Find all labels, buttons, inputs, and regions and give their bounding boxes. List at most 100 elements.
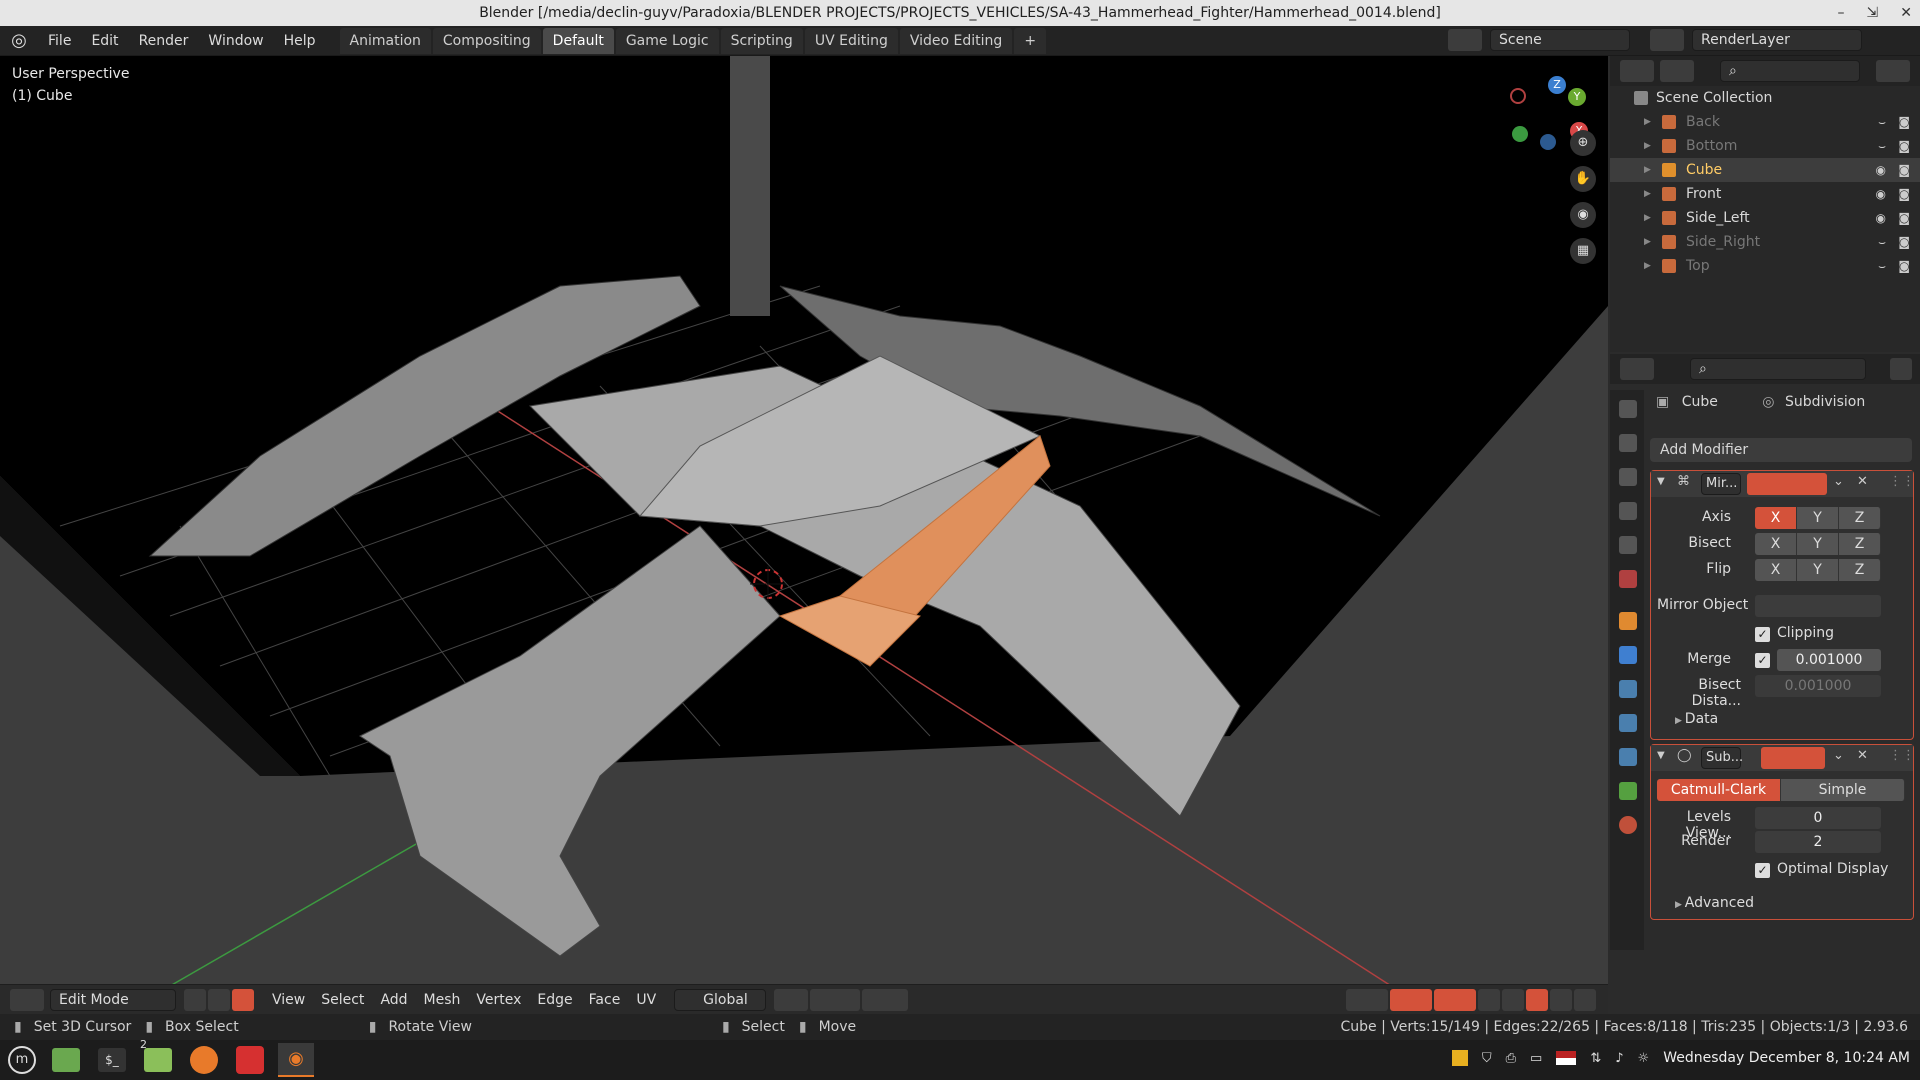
add-workspace-button[interactable]: +: [1014, 27, 1047, 54]
render-camera-icon[interactable]: ◙: [1898, 254, 1910, 278]
subdivision-name-field[interactable]: Sub...: [1701, 747, 1743, 769]
axis-z-toggle[interactable]: Z: [1839, 507, 1881, 529]
network-icon[interactable]: ⇅: [1590, 1051, 1601, 1066]
menu-add[interactable]: Add: [372, 989, 415, 1011]
gizmo-z-axis[interactable]: Z: [1548, 76, 1566, 94]
clock[interactable]: Wednesday December 8, 10:24 AM: [1663, 1050, 1910, 1066]
outliner-item-back[interactable]: ▶ Back ⌣ ◙: [1610, 110, 1920, 134]
hide-icon[interactable]: ⌣: [1878, 134, 1886, 158]
expand-icon[interactable]: ▶: [1644, 110, 1651, 134]
camera-view-icon[interactable]: ◉: [1570, 202, 1596, 228]
editor-type-icon[interactable]: [10, 988, 44, 1011]
gizmo-neg-y[interactable]: [1512, 126, 1528, 142]
eye-icon[interactable]: ◉: [1876, 206, 1886, 230]
tab-game-logic[interactable]: Game Logic: [615, 27, 719, 54]
modifier-tab-icon[interactable]: [1619, 646, 1637, 664]
outliner-editor-icon[interactable]: [1620, 60, 1654, 82]
overlay-toggle-icon[interactable]: [1434, 989, 1476, 1011]
gizmo-y-axis[interactable]: Y: [1568, 88, 1586, 106]
menu-uv[interactable]: UV: [628, 989, 664, 1011]
render-camera-icon[interactable]: ◙: [1898, 158, 1910, 182]
outliner-item-side-right[interactable]: ▶ Side_Right ⌣ ◙: [1610, 230, 1920, 254]
solid-shading-icon[interactable]: [1526, 989, 1548, 1011]
catmull-clark-toggle[interactable]: Catmull-Clark: [1657, 779, 1781, 801]
flip-y-toggle[interactable]: Y: [1797, 559, 1839, 581]
add-modifier-dropdown[interactable]: Add Modifier: [1650, 438, 1912, 462]
outliner-item-side-left[interactable]: ▶ Side_Left ◉ ◙: [1610, 206, 1920, 230]
render-camera-icon[interactable]: ◙: [1898, 110, 1910, 134]
viewport-scene[interactable]: [0, 56, 1608, 994]
subdivision-display-toggles[interactable]: [1761, 747, 1825, 769]
outliner-item-bottom[interactable]: ▶ Bottom ⌣ ◙: [1610, 134, 1920, 158]
scene-selector[interactable]: Scene: [1490, 29, 1630, 51]
bisect-distance-field[interactable]: 0.001000: [1755, 675, 1881, 697]
expand-icon[interactable]: ▶: [1644, 230, 1651, 254]
scene-tab-icon[interactable]: [1619, 536, 1637, 554]
menu-edit[interactable]: Edit: [81, 26, 128, 56]
shield-icon[interactable]: ⛉: [1482, 1051, 1492, 1066]
close-icon[interactable]: ✕: [1900, 0, 1912, 26]
menu-edge[interactable]: Edge: [529, 989, 580, 1011]
render-camera-icon[interactable]: ◙: [1898, 206, 1910, 230]
folder-icon[interactable]: 2: [140, 1038, 172, 1072]
properties-options-icon[interactable]: [1890, 358, 1912, 380]
world-tab-icon[interactable]: [1619, 570, 1637, 588]
tab-animation[interactable]: Animation: [339, 27, 431, 54]
properties-editor-icon[interactable]: [1620, 358, 1654, 380]
eye-icon[interactable]: ◉: [1876, 158, 1886, 182]
remove-modifier-icon[interactable]: ✕: [1857, 748, 1868, 763]
menu-select[interactable]: Select: [313, 989, 372, 1011]
blender-taskbar-icon[interactable]: ◉: [278, 1043, 314, 1077]
face-select-icon[interactable]: [232, 988, 254, 1011]
render-camera-icon[interactable]: ◙: [1898, 182, 1910, 206]
eye-icon[interactable]: ◉: [1876, 182, 1886, 206]
flip-z-toggle[interactable]: Z: [1839, 559, 1881, 581]
mirror-object-field[interactable]: [1755, 595, 1881, 617]
merge-distance-field[interactable]: 0.001000: [1777, 649, 1881, 671]
expand-icon[interactable]: ▶: [1644, 254, 1651, 278]
gizmo-toggle-icon[interactable]: [1390, 989, 1432, 1011]
blender-logo-icon[interactable]: ◎: [0, 30, 38, 51]
zoom-icon[interactable]: ⊕: [1570, 130, 1596, 156]
expand-icon[interactable]: ▶: [1644, 182, 1651, 206]
menu-mesh[interactable]: Mesh: [416, 989, 469, 1011]
collapse-icon[interactable]: ▼: [1657, 476, 1665, 487]
rendered-shading-icon[interactable]: [1574, 989, 1596, 1011]
outliner-search-input[interactable]: ⌕: [1720, 60, 1860, 82]
particles-tab-icon[interactable]: [1619, 680, 1637, 698]
menu-window[interactable]: Window: [198, 26, 273, 56]
render-camera-icon[interactable]: ◙: [1898, 230, 1910, 254]
outliner-item-cube[interactable]: ▶ Cube ◉ ◙: [1610, 158, 1920, 182]
volume-icon[interactable]: ♪: [1615, 1051, 1623, 1066]
axis-x-toggle[interactable]: X: [1755, 507, 1797, 529]
tab-uv-editing[interactable]: UV Editing: [804, 27, 898, 54]
bisect-y-toggle[interactable]: Y: [1797, 533, 1839, 555]
flip-x-toggle[interactable]: X: [1755, 559, 1797, 581]
outliner-item-front[interactable]: ▶ Front ◉ ◙: [1610, 182, 1920, 206]
keyboard-layout-flag-icon[interactable]: [1556, 1051, 1577, 1065]
edge-select-icon[interactable]: [208, 988, 230, 1011]
remove-modifier-icon[interactable]: ✕: [1857, 474, 1868, 489]
viewport-visibility-icon[interactable]: [1346, 989, 1388, 1011]
expand-icon[interactable]: ▶: [1644, 158, 1651, 182]
scene-type-icon[interactable]: [1448, 29, 1482, 51]
proportional-edit-icon[interactable]: [862, 988, 909, 1011]
bisect-z-toggle[interactable]: Z: [1839, 533, 1881, 555]
material-tab-icon[interactable]: [1619, 816, 1637, 834]
terminal-icon[interactable]: $_: [98, 1048, 126, 1072]
render-tab-icon[interactable]: [1619, 434, 1637, 452]
data-tab-icon[interactable]: [1619, 782, 1637, 800]
wireframe-shading-icon[interactable]: [1502, 989, 1524, 1011]
mode-selector[interactable]: Edit Mode: [50, 988, 176, 1011]
vertex-select-icon[interactable]: [184, 988, 206, 1011]
printer-icon[interactable]: ⎙: [1506, 1051, 1516, 1066]
constraints-tab-icon[interactable]: [1619, 748, 1637, 766]
merge-checkbox[interactable]: ✓: [1755, 653, 1770, 668]
outliner-filter-icon[interactable]: [1876, 60, 1910, 82]
ortho-toggle-icon[interactable]: ▦: [1570, 238, 1596, 264]
renderlayer-type-icon[interactable]: [1650, 29, 1684, 51]
hide-icon[interactable]: ⌣: [1878, 110, 1886, 134]
view-layer-tab-icon[interactable]: [1619, 502, 1637, 520]
snap-icon[interactable]: [810, 988, 861, 1011]
collapse-icon[interactable]: ▼: [1657, 750, 1665, 761]
